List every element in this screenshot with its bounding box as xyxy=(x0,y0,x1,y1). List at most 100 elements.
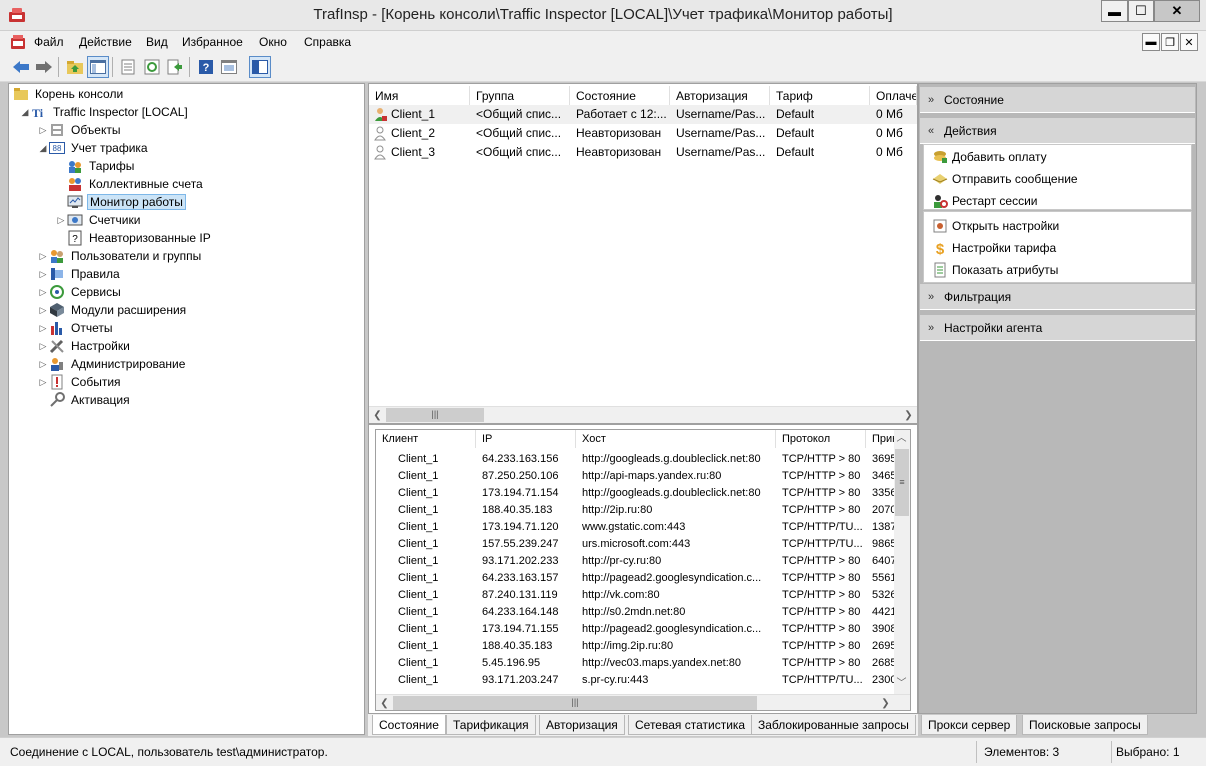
section-actions[interactable]: « Действия xyxy=(920,118,1195,144)
tree-item-unauthorized-ip[interactable]: ? Неавторизованные IP xyxy=(67,229,213,247)
tab-state[interactable]: Состояние xyxy=(372,715,446,735)
client-row[interactable]: Client_3 <Общий спис... Неавторизован Us… xyxy=(369,143,917,162)
menu-action[interactable]: Действие xyxy=(79,35,132,49)
traffic-vscrollbar[interactable]: ︿ ≡ ﹀ xyxy=(894,430,910,694)
traffic-row[interactable]: Client_1 64.233.163.157 http://pagead2.goo… xyxy=(376,570,896,587)
section-state[interactable]: » Состояние xyxy=(920,87,1195,113)
column-header-protocol[interactable]: Протокол xyxy=(776,430,866,448)
minimize-button[interactable]: ▬ xyxy=(1101,0,1128,22)
mdi-restore-button[interactable]: ❐ xyxy=(1161,33,1179,51)
section-filtering[interactable]: » Фильтрация xyxy=(920,284,1195,310)
tree-item-activation[interactable]: Активация xyxy=(49,391,132,409)
column-header-name[interactable]: Имя xyxy=(369,86,470,106)
column-header-ip[interactable]: IP xyxy=(476,430,576,448)
tree-item-reports[interactable]: ▷ Отчеты xyxy=(37,319,114,337)
scroll-down-arrow-icon[interactable]: ﹀ xyxy=(894,676,909,691)
column-header-auth[interactable]: Авторизация xyxy=(670,86,770,106)
menu-favorites[interactable]: Избранное xyxy=(182,35,243,49)
traffic-row[interactable]: Client_1 64.233.164.148 http://s0.2mdn.net… xyxy=(376,604,896,621)
tab-blocked-requests[interactable]: Заблокированные запросы xyxy=(751,715,916,735)
menu-view[interactable]: Вид xyxy=(146,35,168,49)
tree-item-tariffs[interactable]: Тарифы xyxy=(67,157,136,175)
forward-button[interactable] xyxy=(33,56,55,78)
expand-arrow-icon[interactable]: ▷ xyxy=(37,287,49,298)
menu-file[interactable]: Файл xyxy=(34,35,64,49)
traffic-row[interactable]: Client_1 5.45.196.95 http://vec03.maps.yan… xyxy=(376,655,896,672)
tree-item-events[interactable]: ▷ События xyxy=(37,373,123,391)
client-row[interactable]: Client_2 <Общий спис... Неавторизован Us… xyxy=(369,124,917,143)
column-header-host[interactable]: Хост xyxy=(576,430,776,448)
scroll-thumb[interactable]: ||| xyxy=(393,696,757,710)
tree-item-traffic-accounting[interactable]: ◢ 88 Учет трафика xyxy=(37,139,150,157)
tree-item-settings[interactable]: ▷ Настройки xyxy=(37,337,132,355)
scroll-thumb[interactable]: ||| xyxy=(386,408,484,422)
expand-arrow-icon[interactable]: ▷ xyxy=(55,215,67,226)
menu-help[interactable]: Справка xyxy=(304,35,351,49)
clients-hscrollbar[interactable]: ❮ ||| ❯ xyxy=(369,406,917,423)
traffic-row[interactable]: Client_1 173.194.71.154 http://googleads.g… xyxy=(376,485,896,502)
tab-search-queries[interactable]: Поисковые запросы xyxy=(1022,715,1148,735)
section-agent-settings[interactable]: » Настройки агента xyxy=(920,315,1195,341)
mdi-minimize-button[interactable]: ▬ xyxy=(1142,33,1160,51)
action-send-message[interactable]: Отправить сообщение xyxy=(932,169,1078,189)
tab-authorization[interactable]: Авторизация xyxy=(539,715,625,735)
tree-item-objects[interactable]: ▷ Объекты xyxy=(37,121,123,139)
client-row[interactable]: Client_1 <Общий спис... Работает с 12:..… xyxy=(369,105,917,124)
close-button[interactable]: ✕ xyxy=(1154,0,1200,22)
scroll-left-arrow-icon[interactable]: ❮ xyxy=(370,408,385,423)
expand-arrow-icon[interactable]: ▷ xyxy=(37,125,49,136)
expand-arrow-icon[interactable]: ▷ xyxy=(37,305,49,316)
tree-item-work-monitor[interactable]: Монитор работы xyxy=(67,193,186,211)
export-button[interactable] xyxy=(164,56,186,78)
action-show-attributes[interactable]: Показать атрибуты xyxy=(932,260,1058,280)
up-level-button[interactable] xyxy=(64,56,86,78)
scroll-left-arrow-icon[interactable]: ❮ xyxy=(377,696,392,710)
tree-item-rules[interactable]: ▷ Правила xyxy=(37,265,122,283)
mdi-close-button[interactable]: ✕ xyxy=(1180,33,1198,51)
action-add-payment[interactable]: Добавить оплату xyxy=(932,147,1047,167)
traffic-row[interactable]: Client_1 188.40.35.183 http://2ip.ru:80 TCP… xyxy=(376,502,896,519)
show-actions-button[interactable] xyxy=(249,56,271,78)
traffic-row[interactable]: Client_1 93.171.203.247 s.pr-cy.ru:443 TCP/… xyxy=(376,672,896,689)
help-button[interactable]: ? xyxy=(195,56,217,78)
traffic-row[interactable]: Client_1 188.40.35.183 http://img.2ip.ru:8… xyxy=(376,638,896,655)
tree-item-administration[interactable]: ▷ Администрирование xyxy=(37,355,187,373)
expand-arrow-icon[interactable]: ▷ xyxy=(37,377,49,388)
tree-item-extension-modules[interactable]: ▷ Модули расширения xyxy=(37,301,188,319)
menu-window[interactable]: Окно xyxy=(259,35,287,49)
traffic-row[interactable]: Client_1 64.233.163.156 http://googleads.g… xyxy=(376,451,896,468)
traffic-row[interactable]: Client_1 173.194.71.120 www.gstatic.com:44… xyxy=(376,519,896,536)
tree-item-console-root[interactable]: Корень консоли xyxy=(13,85,125,103)
traffic-row[interactable]: Client_1 87.240.131.119 http://vk.com:80 TC… xyxy=(376,587,896,604)
tree-item-traffic-inspector[interactable]: ◢ Ti Traffic Inspector [LOCAL] xyxy=(19,103,190,121)
tree-item-group-accounts[interactable]: Коллективные счета xyxy=(67,175,205,193)
tab-proxy-server[interactable]: Прокси сервер xyxy=(921,715,1018,735)
action-open-settings[interactable]: Открыть настройки xyxy=(932,216,1059,236)
show-tree-button[interactable] xyxy=(87,56,109,78)
maximize-button[interactable]: ☐ xyxy=(1128,0,1154,22)
scroll-right-arrow-icon[interactable]: ❯ xyxy=(901,408,916,423)
expand-arrow-icon[interactable]: ▷ xyxy=(37,359,49,370)
refresh-button[interactable] xyxy=(141,56,163,78)
view-button[interactable] xyxy=(218,56,240,78)
tree-item-services[interactable]: ▷ Сервисы xyxy=(37,283,123,301)
tree-item-counters[interactable]: ▷ Счетчики xyxy=(55,211,142,229)
collapse-arrow-icon[interactable]: ◢ xyxy=(37,143,49,154)
collapse-arrow-icon[interactable]: ◢ xyxy=(19,107,31,118)
traffic-hscrollbar[interactable]: ❮ ||| ❯ xyxy=(376,694,910,710)
column-header-tariff[interactable]: Тариф xyxy=(770,86,870,106)
column-header-paid[interactable]: Оплаче xyxy=(870,86,917,106)
back-button[interactable] xyxy=(10,56,32,78)
column-header-received[interactable]: Прин xyxy=(866,430,896,448)
traffic-row[interactable]: Client_1 157.55.239.247 urs.microsoft.com:… xyxy=(376,536,896,553)
traffic-row[interactable]: Client_1 87.250.250.106 http://api-maps.ya… xyxy=(376,468,896,485)
column-header-client[interactable]: Клиент xyxy=(376,430,476,448)
tab-tarification[interactable]: Тарификация xyxy=(446,715,536,735)
expand-arrow-icon[interactable]: ▷ xyxy=(37,323,49,334)
scroll-up-arrow-icon[interactable]: ︿ xyxy=(894,431,909,446)
column-header-state[interactable]: Состояние xyxy=(570,86,670,106)
console-icon[interactable] xyxy=(10,34,26,50)
expand-arrow-icon[interactable]: ▷ xyxy=(37,251,49,262)
scroll-right-arrow-icon[interactable]: ❯ xyxy=(878,696,893,710)
action-restart-session[interactable]: Рестарт сессии xyxy=(932,191,1038,211)
